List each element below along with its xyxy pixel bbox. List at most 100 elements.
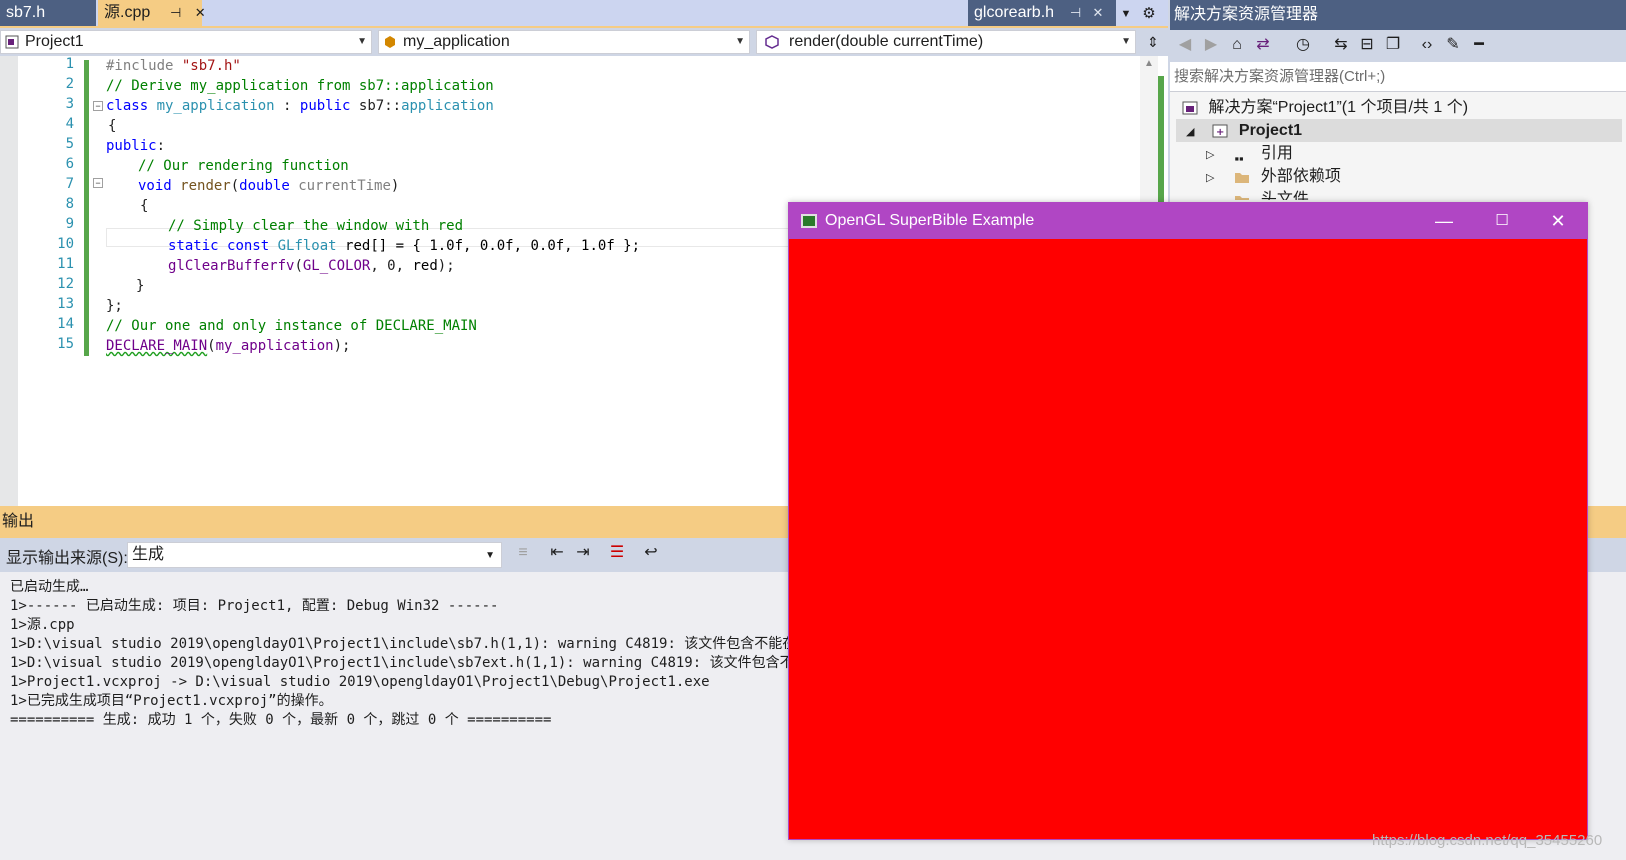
scroll-up-arrow-icon[interactable]: ▲ — [1141, 58, 1157, 70]
code-line-9: // Simply clear the window with red — [168, 218, 464, 234]
code-line-11: glClearBufferfv(GL_COLOR, 0, red); — [168, 258, 455, 274]
tree-item-header-files[interactable]: 头文件 — [1206, 188, 1309, 200]
chevron-down-icon: ▼ — [1121, 36, 1131, 47]
collapse-function-icon[interactable]: − — [93, 178, 103, 188]
split-window-icon[interactable]: ⇕ — [1138, 28, 1168, 56]
preview-icon[interactable]: ━ — [1468, 34, 1490, 56]
line-number: 13 — [57, 296, 74, 312]
tree-item-external-dependencies[interactable]: ▷ 外部依赖项 — [1206, 165, 1341, 188]
scope-dropdown[interactable]: my_application ▼ — [378, 30, 750, 54]
switch-views-icon[interactable]: ⇄ — [1252, 34, 1274, 56]
code-line-7: void render(double currentTime) — [138, 178, 400, 194]
app-icon — [801, 214, 817, 228]
back-icon[interactable]: ◀ — [1174, 34, 1196, 56]
close-icon[interactable]: ✕ — [1089, 0, 1107, 26]
watermark-text: https://blog.csdn.net/qq_35455260 — [1372, 832, 1603, 849]
line-number-gutter: 1 2 3 4 5 6 7 8 9 10 11 12 13 14 15 — [18, 56, 80, 506]
cpp-project-icon: + — [1212, 124, 1228, 138]
collapsed-triangle-icon[interactable]: ▷ — [1206, 144, 1230, 167]
close-button[interactable]: ✕ — [1529, 203, 1587, 239]
previous-message-icon[interactable]: ⇤ — [546, 542, 568, 564]
project-label: Project1 — [1238, 122, 1303, 139]
solution-explorer-toolbar: ◀ ▶ ⌂ ⇄ ◷ ⇆ ⊟ ❐ ‹› ✎ ━ — [1170, 30, 1626, 62]
tab-sb7-h[interactable]: sb7.h — [0, 0, 96, 26]
pending-changes-filter-icon[interactable]: ◷ — [1292, 34, 1314, 56]
output-line: 1>D:\visual studio 2019\opengldayO1\Proj… — [10, 655, 822, 671]
collapsed-triangle-icon[interactable]: ▷ — [1206, 167, 1230, 190]
line-number: 12 — [57, 276, 74, 292]
toggle-word-wrap-icon[interactable]: ↩ — [640, 542, 662, 564]
folder-icon — [1235, 172, 1250, 183]
opengl-window-titlebar[interactable]: OpenGL SuperBible Example — ☐ ✕ — [789, 203, 1587, 239]
navigation-bar: Project1 ▼ my_application ▼ render(doubl… — [0, 28, 1168, 56]
chevron-down-icon: ▼ — [357, 36, 367, 47]
code-line-13: }; — [106, 298, 123, 314]
code-line-15: DECLARE_MAIN(my_application); — [106, 338, 351, 354]
line-number: 15 — [57, 336, 74, 352]
line-number: 11 — [57, 256, 74, 272]
editor-tab-strip: sb7.h 源.cpp ⊣ ✕ glcorearb.h ⊣ ✕ ▼ ⚙ — [0, 0, 1168, 28]
maximize-button[interactable]: ☐ — [1473, 203, 1531, 239]
line-number: 8 — [65, 196, 74, 212]
output-line: ========== 生成: 成功 1 个，失败 0 个，最新 0 个，跳过 0… — [10, 712, 552, 728]
pin-icon[interactable]: ⊣ — [1067, 0, 1085, 26]
output-source-value: 生成 — [132, 546, 165, 563]
code-line-4: { — [108, 118, 117, 134]
tab-list-dropdown-icon[interactable]: ▼ — [1116, 3, 1136, 25]
header-files-label: 头文件 — [1260, 191, 1309, 200]
line-number: 7 — [65, 176, 74, 192]
opengl-window[interactable]: OpenGL SuperBible Example — ☐ ✕ — [788, 202, 1588, 840]
tab-glcorearb-h[interactable]: glcorearb.h ⊣ ✕ — [968, 0, 1116, 26]
line-number: 10 — [57, 236, 74, 252]
tab-label: sb7.h — [6, 4, 46, 21]
project-dropdown[interactable]: Project1 ▼ — [0, 30, 372, 54]
collapse-all-icon[interactable]: ⊟ — [1356, 34, 1378, 56]
member-dropdown[interactable]: render(double currentTime) ▼ — [756, 30, 1136, 54]
code-line-2: // Derive my_application from sb7::appli… — [106, 78, 494, 94]
opengl-render-canvas[interactable] — [789, 239, 1587, 839]
line-number: 1 — [65, 56, 74, 72]
output-line: 1>Project1.vcxproj -> D:\visual studio 2… — [10, 674, 710, 690]
member-dropdown-value: render(double currentTime) — [789, 33, 984, 50]
output-line: 1>D:\visual studio 2019\opengldayO1\Proj… — [10, 636, 811, 652]
output-source-label: 显示输出来源(S): — [6, 550, 128, 567]
code-line-14: // Our one and only instance of DECLARE_… — [106, 318, 477, 334]
output-source-dropdown[interactable]: 生成 ▼ — [127, 542, 502, 568]
pin-icon[interactable]: ⊣ — [167, 0, 185, 26]
forward-icon[interactable]: ▶ — [1200, 34, 1222, 56]
collapse-class-icon[interactable]: − — [93, 101, 103, 111]
svg-text:+: + — [1216, 127, 1224, 138]
properties-wrench-icon[interactable]: ✎ — [1442, 34, 1464, 56]
tree-item-project[interactable]: ◢ + Project1 — [1176, 119, 1622, 142]
line-number: 3 — [65, 96, 74, 112]
minimize-button[interactable]: — — [1415, 203, 1473, 239]
tree-item-references[interactable]: ▷ ▪▪ 引用 — [1206, 142, 1293, 167]
solution-explorer-title: 解决方案资源管理器 — [1170, 0, 1626, 30]
external-dependencies-label: 外部依赖项 — [1260, 168, 1341, 185]
chevron-down-icon: ▼ — [735, 36, 745, 47]
filter-folder-icon — [1235, 195, 1250, 200]
indicator-margin — [0, 56, 18, 506]
scope-dropdown-value: my_application — [403, 33, 510, 50]
solution-search-input[interactable]: 搜索解决方案资源管理器(Ctrl+;) — [1170, 62, 1626, 92]
tab-source-cpp[interactable]: 源.cpp ⊣ ✕ — [98, 0, 206, 26]
chevron-down-icon: ▼ — [485, 550, 495, 561]
code-line-1: #include "sb7.h" — [106, 58, 241, 74]
show-all-files-icon[interactable]: ❐ — [1382, 34, 1404, 56]
references-label: 引用 — [1260, 145, 1293, 162]
tree-item-solution[interactable]: 解决方案“Project1”(1 个项目/共 1 个) — [1182, 96, 1468, 119]
tab-label: 源.cpp — [104, 4, 151, 21]
find-message-icon[interactable]: ≡ — [512, 542, 534, 564]
clear-all-icon[interactable]: ☰ — [606, 542, 628, 564]
gear-icon[interactable]: ⚙ — [1138, 3, 1160, 25]
references-icon: ▪▪ — [1234, 150, 1244, 166]
project-icon — [5, 35, 19, 49]
view-code-icon[interactable]: ‹› — [1416, 34, 1438, 56]
expanded-triangle-icon[interactable]: ◢ — [1186, 121, 1208, 144]
code-line-3: class my_application : public sb7::appli… — [106, 98, 494, 114]
next-message-icon[interactable]: ⇥ — [572, 542, 594, 564]
tab-label: glcorearb.h — [974, 4, 1055, 21]
home-icon[interactable]: ⌂ — [1226, 34, 1248, 56]
sync-active-document-icon[interactable]: ⇆ — [1330, 34, 1352, 56]
close-icon[interactable]: ✕ — [191, 0, 209, 26]
